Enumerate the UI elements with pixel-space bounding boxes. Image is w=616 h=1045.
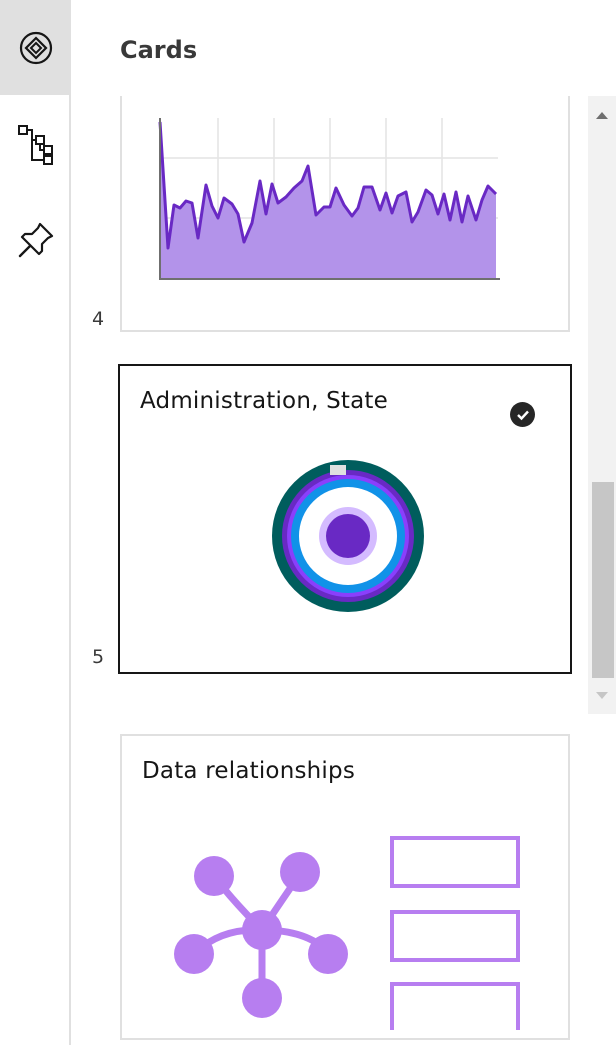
hierarchy-icon (17, 124, 53, 165)
panel-title: Cards (120, 36, 198, 64)
cards-panel: Cards 4 Administration, State 5 Data rel… (72, 0, 616, 1045)
card-administration-state[interactable]: Administration, State (118, 364, 572, 674)
rail-hierarchy-button[interactable] (0, 96, 71, 191)
rail-pin-button[interactable] (0, 192, 71, 287)
scroll-down-icon[interactable] (596, 692, 608, 699)
network-thumbnail (174, 836, 520, 1030)
card-index: 4 (92, 308, 105, 330)
checkmark-icon (510, 402, 535, 427)
scroll-up-icon[interactable] (596, 112, 608, 119)
cards-icon (19, 31, 52, 64)
scrollbar[interactable] (588, 96, 616, 714)
card-area-chart[interactable] (120, 96, 570, 332)
cards-scroll-area[interactable]: 4 Administration, State 5 (72, 96, 616, 714)
side-rail (0, 0, 71, 1045)
scroll-thumb[interactable] (592, 482, 614, 678)
card-title: Administration, State (140, 388, 389, 414)
card-title: Data relationships (142, 758, 356, 784)
pin-icon (18, 222, 53, 257)
card-data-relationships[interactable]: Data relationships (120, 734, 570, 1040)
rail-cards-button[interactable] (0, 0, 71, 95)
area-chart-thumbnail (158, 118, 500, 280)
sunburst-thumbnail (272, 460, 424, 612)
card-index: 5 (92, 646, 105, 668)
